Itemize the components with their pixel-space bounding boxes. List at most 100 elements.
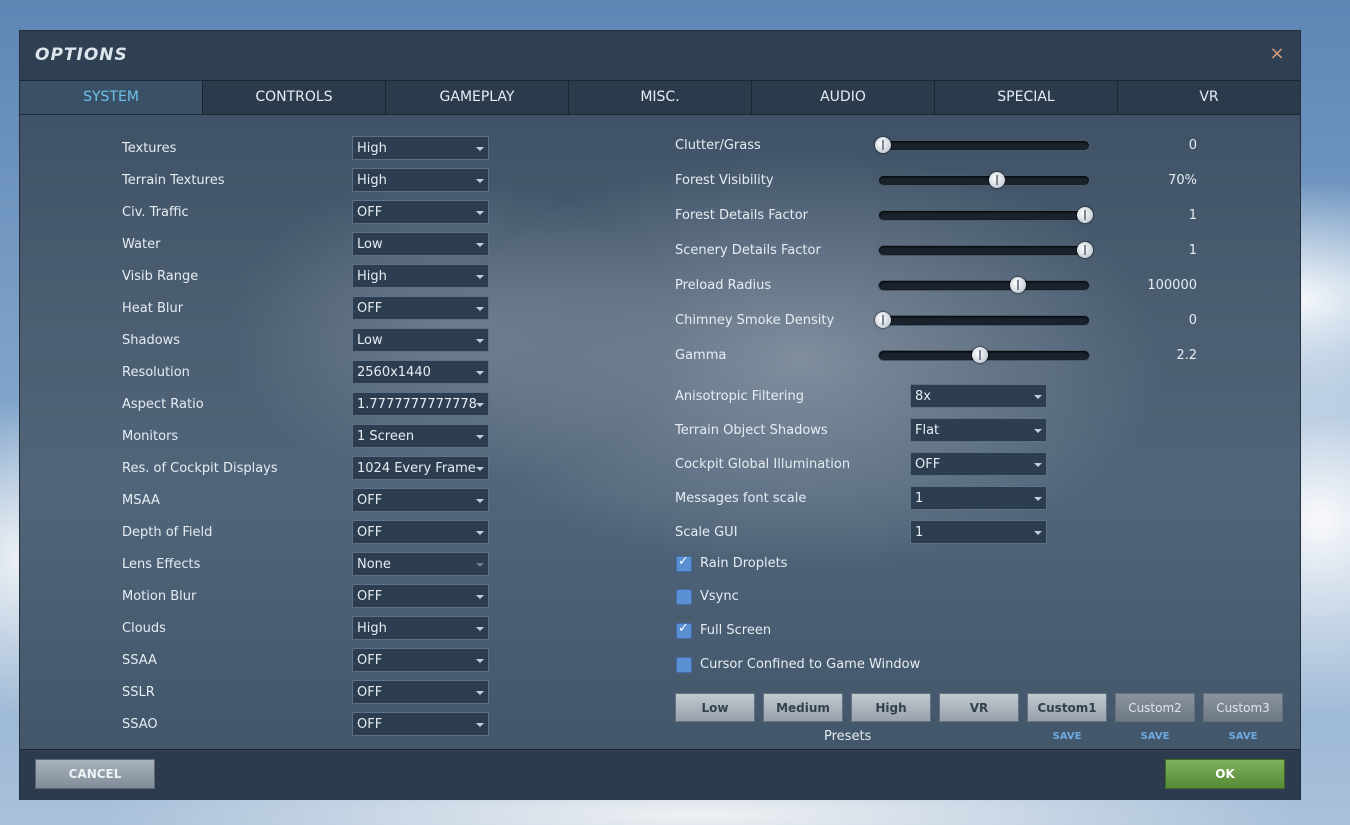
dropdown-cockpit-global-illumination[interactable]: OFF: [910, 452, 1047, 476]
setting-row-cockpit-global-illumination: Cockpit Global Illumination OFF: [675, 452, 1055, 478]
slider-handle[interactable]: [971, 347, 988, 363]
slider-handle[interactable]: [988, 172, 1005, 188]
save-custom3-link[interactable]: SAVE: [1203, 731, 1283, 742]
slider-value: 0: [1188, 313, 1197, 328]
setting-label: Visib Range: [122, 269, 199, 284]
dropdown-msaa[interactable]: OFF: [352, 488, 489, 512]
setting-label: Clouds: [122, 621, 166, 636]
setting-label: Terrain Textures: [122, 173, 225, 188]
dropdown-value: OFF: [357, 685, 383, 700]
setting-label: SSAA: [122, 653, 157, 668]
slider-chimney-smoke-density[interactable]: [875, 312, 1089, 328]
dropdown-monitors[interactable]: 1 Screen: [352, 424, 489, 448]
chevron-down-icon: [476, 371, 484, 375]
dropdown-motion-blur[interactable]: OFF: [352, 584, 489, 608]
preset-button-high[interactable]: High: [851, 693, 931, 722]
setting-label: Monitors: [122, 429, 179, 444]
slider-handle[interactable]: [1076, 207, 1093, 223]
dropdown-ssaa[interactable]: OFF: [352, 648, 489, 672]
slider-preload-radius[interactable]: [879, 277, 1089, 293]
dropdown-value: High: [357, 141, 387, 156]
tab-special[interactable]: SPECIAL: [935, 81, 1118, 114]
slider-scenery-details-factor[interactable]: [879, 242, 1093, 258]
dropdown-value: OFF: [357, 301, 383, 316]
slider-row-forest-visibility: Forest Visibility 70%: [675, 169, 1215, 195]
preset-button-low[interactable]: Low: [675, 693, 755, 722]
dropdown-civ-traffic[interactable]: OFF: [352, 200, 489, 224]
preset-button-vr[interactable]: VR: [939, 693, 1019, 722]
slider-value: 1: [1188, 243, 1197, 258]
slider-handle[interactable]: [1009, 277, 1026, 293]
dropdown-value: 1 Screen: [357, 429, 415, 444]
checkbox-vsync[interactable]: [676, 589, 692, 605]
save-custom1-link[interactable]: SAVE: [1027, 731, 1107, 742]
dropdown-visib-range[interactable]: High: [352, 264, 489, 288]
ok-button[interactable]: OK: [1165, 759, 1285, 789]
chevron-down-icon: [476, 691, 484, 695]
close-icon[interactable]: ×: [1268, 45, 1286, 63]
slider-handle[interactable]: [1076, 242, 1093, 258]
dropdown-water[interactable]: Low: [352, 232, 489, 256]
dropdown-sslr[interactable]: OFF: [352, 680, 489, 704]
setting-row-lens-effects: Lens Effects None: [122, 552, 502, 578]
preset-button-custom2[interactable]: Custom2: [1115, 693, 1195, 722]
slider-forest-details-factor[interactable]: [879, 207, 1093, 223]
dropdown-ssao[interactable]: OFF: [352, 712, 489, 736]
setting-label: Terrain Object Shadows: [675, 423, 828, 438]
save-custom2-link[interactable]: SAVE: [1115, 731, 1195, 742]
dropdown-terrain-textures[interactable]: High: [352, 168, 489, 192]
slider-handle[interactable]: [875, 137, 892, 153]
setting-label: Res. of Cockpit Displays: [122, 461, 278, 476]
dropdown-aspect-ratio[interactable]: 1.7777777777778: [352, 392, 489, 416]
dropdown-res-of-cockpit-displays[interactable]: 1024 Every Frame: [352, 456, 489, 480]
checkbox-rain-droplets[interactable]: [676, 554, 692, 572]
setting-row-msaa: MSAA OFF: [122, 488, 502, 514]
setting-row-clouds: Clouds High: [122, 616, 502, 642]
slider-handle[interactable]: [875, 312, 892, 328]
dropdown-heat-blur[interactable]: OFF: [352, 296, 489, 320]
setting-label: Shadows: [122, 333, 181, 348]
setting-label: MSAA: [122, 493, 160, 508]
preset-button-medium[interactable]: Medium: [763, 693, 843, 722]
chevron-down-icon: [476, 147, 484, 151]
tab-audio[interactable]: AUDIO: [752, 81, 935, 114]
tab-controls[interactable]: CONTROLS: [203, 81, 386, 114]
preset-button-custom3[interactable]: Custom3: [1203, 693, 1283, 722]
dropdown-value: Low: [357, 237, 383, 252]
dropdown-lens-effects[interactable]: None: [352, 552, 489, 576]
slider-forest-visibility[interactable]: [879, 172, 1089, 188]
setting-row-res-of-cockpit-displays: Res. of Cockpit Displays 1024 Every Frame: [122, 456, 502, 482]
tab-gameplay[interactable]: GAMEPLAY: [386, 81, 569, 114]
dropdown-value: None: [357, 557, 391, 572]
dropdown-scale-gui[interactable]: 1: [910, 520, 1047, 544]
dropdown-terrain-object-shadows[interactable]: Flat: [910, 418, 1047, 442]
dropdown-value: 1: [915, 491, 924, 506]
checkbox-full-screen[interactable]: [676, 621, 692, 639]
chevron-down-icon: [1034, 531, 1042, 535]
slider-label: Gamma: [675, 348, 727, 363]
slider-value: 1: [1188, 208, 1197, 223]
setting-label: Resolution: [122, 365, 190, 380]
dropdown-anisotropic-filtering[interactable]: 8x: [910, 384, 1047, 408]
slider-gamma[interactable]: [879, 347, 1089, 363]
tab-vr[interactable]: VR: [1118, 81, 1300, 114]
dropdown-clouds[interactable]: High: [352, 616, 489, 640]
tab-system[interactable]: SYSTEM: [20, 81, 203, 114]
dropdown-resolution[interactable]: 2560x1440: [352, 360, 489, 384]
cancel-button[interactable]: CANCEL: [35, 759, 155, 789]
chevron-down-icon: [476, 499, 484, 503]
tab-misc[interactable]: MISC.: [569, 81, 752, 114]
dropdown-shadows[interactable]: Low: [352, 328, 489, 352]
setting-label: Scale GUI: [675, 525, 738, 540]
dropdown-textures[interactable]: High: [352, 136, 489, 160]
dropdown-messages-font-scale[interactable]: 1: [910, 486, 1047, 510]
preset-button-custom1[interactable]: Custom1: [1027, 693, 1107, 722]
chevron-down-icon: [476, 179, 484, 183]
checkbox-cursor-confined-to-game-window[interactable]: [676, 657, 692, 673]
title-bar: OPTIONS ×: [20, 31, 1300, 80]
chevron-down-icon: [476, 659, 484, 663]
slider-row-preload-radius: Preload Radius 100000: [675, 274, 1215, 300]
slider-clutter-grass[interactable]: [875, 137, 1089, 153]
dropdown-value: Low: [357, 333, 383, 348]
dropdown-depth-of-field[interactable]: OFF: [352, 520, 489, 544]
